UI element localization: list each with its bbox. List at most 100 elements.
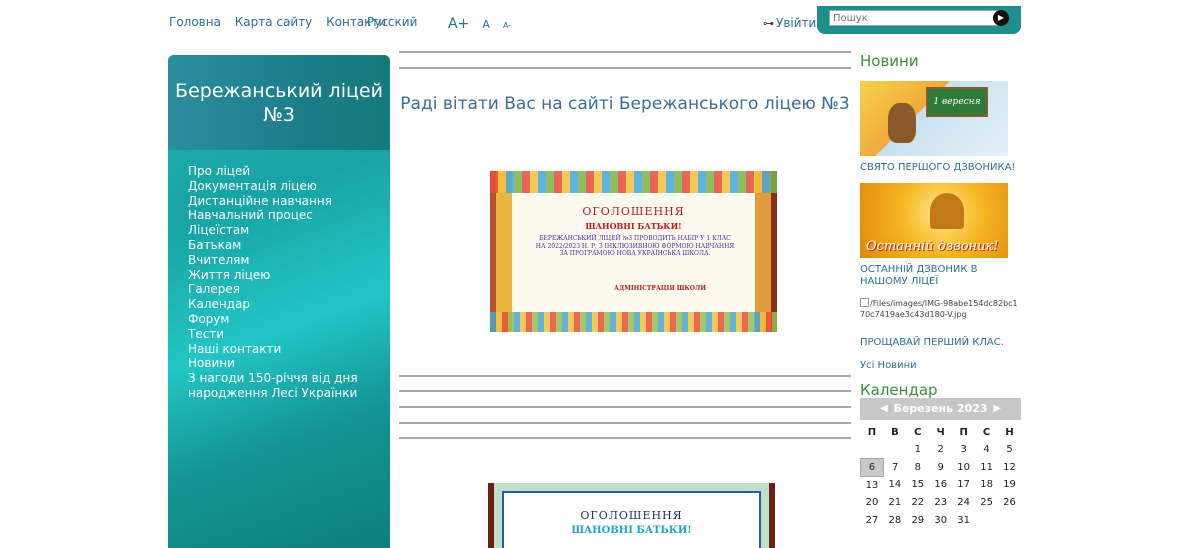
calendar-day[interactable]: 6	[860, 458, 884, 477]
calendar-day[interactable]: 25	[975, 494, 998, 512]
calendar-day[interactable]: 27	[861, 511, 884, 529]
calendar-week: 12345	[861, 441, 1022, 459]
calendar-day[interactable]: 2	[929, 441, 952, 459]
calendar-day[interactable]: 22	[906, 494, 929, 512]
sidebar-item-news[interactable]: Новини	[188, 356, 378, 371]
calendar-day[interactable]: 16	[929, 476, 952, 494]
banner-signature: АДМІНІСТРАЦІЯ ШКОЛИ	[613, 285, 707, 292]
announcement-banner-2[interactable]: ОГОЛОШЕННЯ ШАНОВНІ БАТЬКИ!	[488, 483, 775, 548]
news-heading: Новини	[860, 52, 919, 70]
calendar-day[interactable]: 17	[952, 476, 975, 494]
sidebar-item-distance-learning[interactable]: Дистанційне навчання	[188, 194, 378, 209]
calendar-day	[998, 511, 1021, 529]
image-caption: Останній дзвоник!	[866, 239, 999, 254]
calendar-day[interactable]: 7	[883, 459, 906, 477]
sidebar-item-parents[interactable]: Батькам	[188, 238, 378, 253]
calendar-day[interactable]: 24	[952, 494, 975, 512]
calendar-day[interactable]: 20	[861, 494, 884, 512]
sidebar-item-educational-process[interactable]: Навчальний процес	[188, 208, 378, 223]
nav-home-link[interactable]: Головна	[169, 15, 221, 29]
calendar-day[interactable]: 29	[906, 511, 929, 529]
calendar-day[interactable]: 30	[929, 511, 952, 529]
language-link[interactable]: Русский	[367, 15, 417, 29]
divider	[399, 422, 851, 424]
calendar-heading: Календар	[860, 381, 938, 399]
calendar-day[interactable]: 14	[883, 476, 906, 494]
banner-title: ОГОЛОШЕННЯ	[582, 205, 685, 218]
all-news-link[interactable]: Усі Новини	[860, 360, 1025, 372]
site-title: Бережанський ліцей №3	[175, 79, 383, 126]
calendar-day[interactable]: 1	[906, 441, 929, 459]
sidebar: Бережанський ліцей №3 Про ліцей Документ…	[168, 55, 390, 548]
sidebar-item-documentation[interactable]: Документація ліцею	[188, 179, 378, 194]
banner-subtitle: ШАНОВНІ БАТЬКИ!	[585, 221, 682, 231]
sidebar-item-contacts[interactable]: Наші контакти	[188, 342, 378, 357]
calendar-day[interactable]: 13	[861, 476, 884, 494]
calendar-day[interactable]: 26	[998, 494, 1021, 512]
sidebar-header: Бережанський ліцей №3	[168, 55, 390, 150]
login-link[interactable]: ⊶ Увійти	[763, 16, 816, 30]
sidebar-item-calendar[interactable]: Календар	[188, 297, 378, 312]
calendar-day[interactable]: 28	[883, 511, 906, 529]
news-image-first-bell[interactable]: 1 вересня	[860, 81, 1008, 156]
calendar-month-bar: ◀ Березень 2023 ▶	[860, 398, 1021, 420]
key-icon: ⊶	[763, 17, 774, 30]
font-small-button[interactable]: A-	[503, 21, 511, 30]
calendar-day[interactable]: 21	[883, 494, 906, 512]
calendar-day[interactable]: 15	[906, 476, 929, 494]
calendar-day[interactable]: 8	[906, 459, 929, 477]
sidebar-item-lyceum-life[interactable]: Життя ліцею	[188, 268, 378, 283]
calendar-month: Березень 2023	[893, 402, 988, 415]
arrow-right-icon[interactable]: ▶	[993, 10, 1009, 26]
login-label: Увійти	[776, 16, 817, 30]
search-input[interactable]	[829, 10, 1001, 26]
sidebar-item-about[interactable]: Про ліцей	[188, 164, 378, 179]
top-navigation: Головна Карта сайту Контакти	[169, 15, 396, 29]
calendar-day[interactable]: 23	[929, 494, 952, 512]
calendar-day[interactable]: 11	[975, 459, 998, 477]
banner-body: БЕРЕЖАНСЬКИЙ ЛІЦЕЙ №3 ПРОВОДИТЬ НАБІР У …	[535, 235, 735, 257]
calendar-day[interactable]: 10	[952, 459, 975, 477]
calendar-weekday: Ч	[936, 427, 945, 438]
search-box: ▶	[817, 6, 1021, 34]
next-month-icon[interactable]: ▶	[993, 398, 1001, 420]
calendar-day[interactable]: 19	[998, 476, 1021, 494]
calendar-day[interactable]: 4	[975, 441, 998, 459]
calendar-week: 13 14 15 16 17 18 19	[861, 476, 1022, 494]
divider	[399, 437, 851, 439]
banner2-subtitle: ШАНОВНІ БАТЬКИ!	[571, 525, 692, 536]
calendar-weekday: В	[891, 427, 899, 438]
board-label: 1 вересня	[926, 87, 988, 117]
news-link-last-bell[interactable]: ОСТАННІЙ ДЗВОНИК В НАШОМУ ЛІЦЕЇ	[860, 264, 1025, 288]
font-normal-button[interactable]: A	[482, 18, 490, 31]
calendar-week: 6 7 8 9 10 11 12	[860, 458, 1022, 477]
font-size-controls: A+ A A-	[448, 13, 511, 32]
calendar-day	[883, 441, 906, 459]
news-image-last-bell[interactable]: Останній дзвоник!	[860, 183, 1008, 258]
calendar-day[interactable]: 3	[952, 441, 975, 459]
bell-icon	[930, 193, 964, 229]
prev-month-icon[interactable]: ◀	[880, 398, 888, 420]
calendar-day[interactable]: 12	[998, 459, 1021, 477]
sidebar-item-forum[interactable]: Форум	[188, 312, 378, 327]
sidebar-item-students[interactable]: Ліцеїстам	[188, 223, 378, 238]
broken-image[interactable]: /Files/images/IMG-98abe154dc82bc170c7419…	[860, 298, 1020, 320]
announcement-banner[interactable]: ОГОЛОШЕННЯ ШАНОВНІ БАТЬКИ! БЕРЕЖАНСЬКИЙ …	[490, 171, 777, 332]
sidebar-item-lesya-ukrainka[interactable]: З нагоди 150-річчя від дня народження Ле…	[188, 371, 378, 401]
sidebar-item-gallery[interactable]: Галерея	[188, 282, 378, 297]
pencils-decoration	[490, 171, 777, 193]
calendar-day[interactable]: 31	[952, 511, 975, 529]
font-large-button[interactable]: A+	[448, 16, 469, 32]
nav-sitemap-link[interactable]: Карта сайту	[235, 15, 313, 29]
news-link-first-bell[interactable]: СВЯТО ПЕРШОГО ДЗВОНИКА!	[860, 162, 1025, 174]
divider	[399, 375, 851, 377]
divider	[399, 51, 851, 53]
sidebar-item-tests[interactable]: Тести	[188, 327, 378, 342]
calendar-day[interactable]: 9	[929, 459, 952, 477]
sidebar-item-teachers[interactable]: Вчителям	[188, 253, 378, 268]
calendar-day[interactable]: 5	[998, 441, 1021, 459]
news-link-goodbye-first-grade[interactable]: ПРОЩАВАЙ ПЕРШИЙ КЛАС.	[860, 337, 1025, 349]
calendar-day[interactable]: 18	[975, 476, 998, 494]
calendar-weekday: С	[914, 427, 922, 438]
calendar-week: 27 28 29 30 31	[861, 511, 1022, 529]
